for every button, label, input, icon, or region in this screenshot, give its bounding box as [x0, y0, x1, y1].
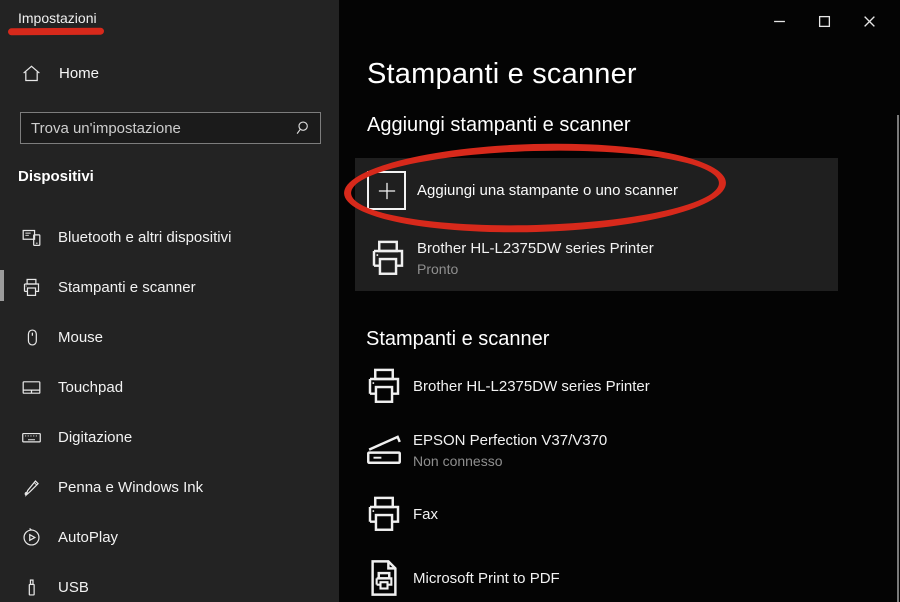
mouse-icon [21, 327, 42, 348]
sidebar-item-label: Bluetooth e altri dispositivi [58, 229, 231, 246]
settings-search-box[interactable] [20, 112, 321, 144]
keyboard-icon [21, 427, 42, 448]
sidebar-item-label: AutoPlay [58, 529, 118, 546]
device-name: Brother HL-L2375DW series Printer [413, 378, 650, 395]
page-title: Stampanti e scanner [367, 58, 637, 91]
device-name: Fax [413, 506, 438, 523]
minimize-button[interactable] [757, 6, 802, 36]
sidebar-item-bluetooth-devices[interactable]: Bluetooth e altri dispositivi [0, 212, 339, 262]
device-row[interactable]: Brother HL-L2375DW series Printer [363, 358, 883, 414]
device-row[interactable]: Microsoft Print to PDF [363, 550, 883, 602]
sidebar-section-title: Dispositivi [18, 168, 94, 185]
sidebar-item-autoplay[interactable]: AutoPlay [0, 512, 339, 562]
device-name: Microsoft Print to PDF [413, 570, 560, 587]
sidebar-item-printer[interactable]: Stampanti e scanner [0, 262, 339, 312]
sidebar-item-keyboard[interactable]: Digitazione [0, 412, 339, 462]
sidebar-item-label: USB [58, 579, 89, 596]
close-icon [863, 15, 876, 28]
main-scrollbar-thumb[interactable] [897, 115, 899, 602]
home-label: Home [59, 65, 99, 82]
sidebar-item-pen[interactable]: Penna e Windows Ink [0, 462, 339, 512]
printer-icon [363, 493, 405, 535]
usb-icon [21, 577, 42, 598]
add-printer-panel: Aggiungi una stampante o uno scanner Bro… [355, 158, 838, 291]
search-icon[interactable] [293, 119, 311, 137]
device-name: Brother HL-L2375DW series Printer [417, 240, 654, 257]
plus-box [367, 171, 406, 210]
plus-icon [374, 178, 400, 204]
minimize-icon [773, 15, 786, 28]
device-row[interactable]: Fax [363, 486, 883, 542]
sidebar-item-touchpad[interactable]: Touchpad [0, 362, 339, 412]
add-section-title: Aggiungi stampanti e scanner [367, 114, 631, 137]
sidebar-item-usb[interactable]: USB [0, 562, 339, 602]
sidebar-item-label: Stampanti e scanner [58, 279, 196, 296]
bluetooth-devices-icon [21, 227, 42, 248]
print-to-pdf-icon [363, 557, 405, 599]
device-list: Brother HL-L2375DW series Printer EPSON … [363, 358, 883, 602]
panel-device-list: Brother HL-L2375DW series Printer Pronto [367, 230, 830, 294]
settings-window: Impostazioni Home Dispositivi Bluetooth … [0, 0, 900, 602]
device-status: Pronto [417, 261, 654, 277]
sidebar-item-label: Touchpad [58, 379, 123, 396]
sidebar-item-home[interactable]: Home [21, 63, 99, 84]
close-button[interactable] [847, 6, 892, 36]
list-section-title: Stampanti e scanner [366, 328, 549, 351]
add-printer-button[interactable]: Aggiungi una stampante o uno scanner [367, 171, 678, 210]
sidebar-nav: Bluetooth e altri dispositivi Stampanti … [0, 212, 339, 602]
printer-icon [363, 365, 405, 407]
device-row[interactable]: EPSON Perfection V37/V370 Non connesso [363, 422, 883, 478]
window-controls [757, 6, 892, 36]
sidebar-item-label: Mouse [58, 329, 103, 346]
pen-icon [21, 477, 42, 498]
add-printer-label: Aggiungi una stampante o uno scanner [417, 182, 678, 199]
device-name: EPSON Perfection V37/V370 [413, 432, 607, 449]
scanner-icon [363, 429, 405, 471]
sidebar: Impostazioni Home Dispositivi Bluetooth … [0, 0, 339, 602]
annotation-underline [8, 28, 104, 36]
window-title: Impostazioni [18, 10, 97, 26]
sidebar-item-label: Penna e Windows Ink [58, 479, 203, 496]
sidebar-scrollbar-thumb[interactable] [0, 270, 4, 301]
printer-icon [21, 277, 42, 298]
device-status: Non connesso [413, 453, 607, 469]
maximize-button[interactable] [802, 6, 847, 36]
device-row[interactable]: Brother HL-L2375DW series Printer Pronto [367, 230, 830, 286]
sidebar-item-mouse[interactable]: Mouse [0, 312, 339, 362]
sidebar-item-label: Digitazione [58, 429, 132, 446]
autoplay-icon [21, 527, 42, 548]
maximize-icon [818, 15, 831, 28]
search-input[interactable] [21, 120, 293, 137]
touchpad-icon [21, 377, 42, 398]
main-panel: Stampanti e scanner Aggiungi stampanti e… [339, 0, 900, 602]
home-icon [21, 63, 42, 84]
printer-icon [367, 237, 409, 279]
